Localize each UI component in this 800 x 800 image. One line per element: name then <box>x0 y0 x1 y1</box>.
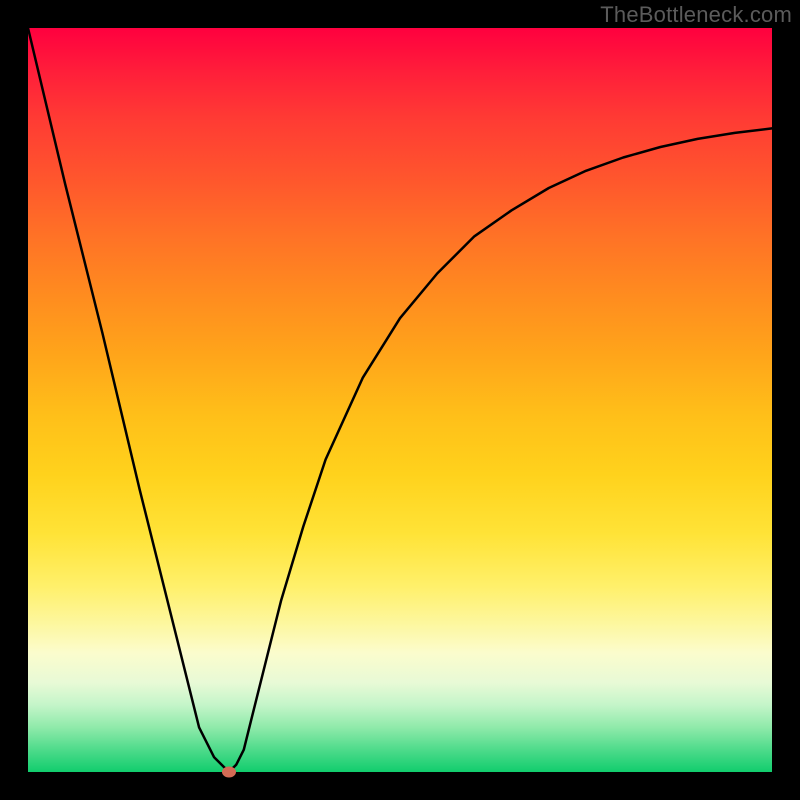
bottle-curve <box>28 28 772 772</box>
chart-frame: TheBottleneck.com <box>0 0 800 800</box>
watermark-text: TheBottleneck.com <box>600 2 792 28</box>
optimal-point-marker <box>222 767 236 778</box>
plot-area <box>28 28 772 772</box>
